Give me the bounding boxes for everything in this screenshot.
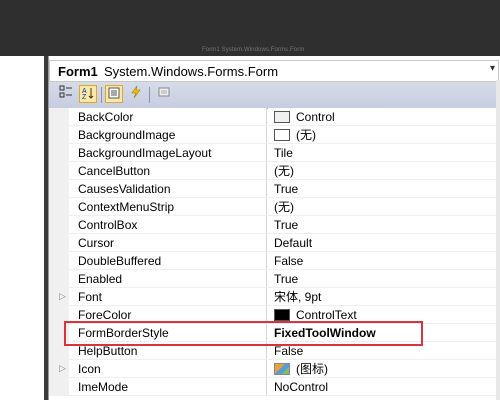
property-value[interactable]: False [268,252,500,270]
property-name: FormBorderStyle [69,324,267,342]
categorized-icon[interactable] [57,85,75,103]
chevron-down-icon[interactable]: ▾ [490,63,495,74]
property-name: ForeColor [69,306,267,324]
property-row[interactable]: Cursor Default [49,234,500,252]
property-value[interactable]: Control [268,108,500,126]
property-value[interactable]: Default [268,234,500,252]
toolbar-separator [149,87,150,103]
property-value[interactable]: True [268,270,500,288]
svg-text:Z: Z [82,94,87,100]
property-value[interactable]: Tile [268,144,500,162]
property-name: Enabled [69,270,267,288]
property-row[interactable]: ControlBox True [49,216,500,234]
color-swatch [274,308,290,321]
property-value[interactable]: (无) [268,198,500,216]
property-value[interactable]: (图标) [268,360,500,378]
image-swatch [274,128,290,141]
property-value[interactable]: (无) [268,126,500,144]
object-selector[interactable]: Form1 System.Windows.Forms.Form ▾ [49,60,499,82]
property-pages-icon[interactable] [155,85,173,103]
properties-icon[interactable] [105,85,123,103]
property-row[interactable]: ContextMenuStrip (无) [49,198,500,216]
property-row[interactable]: BackColor Control [49,108,500,126]
property-row[interactable]: BackgroundImageLayout Tile [49,144,500,162]
alphabetical-icon[interactable]: AZ [79,85,97,103]
property-name: HelpButton [69,342,267,360]
property-name: Font [69,288,267,306]
property-name: ImeMode [69,378,267,396]
property-value[interactable]: 宋体, 9pt [268,288,500,306]
property-value[interactable]: FixedToolWindow [268,324,500,342]
property-name: BackgroundImage [69,126,267,144]
property-row[interactable]: CausesValidation True [49,180,500,198]
property-name: BackColor [69,108,267,126]
property-row[interactable]: Enabled True [49,270,500,288]
property-row[interactable]: ▷ Font 宋体, 9pt [49,288,500,306]
property-name: CausesValidation [69,180,267,198]
property-value[interactable]: NoControl [268,378,500,396]
property-name: ContextMenuStrip [69,198,267,216]
properties-panel: Form1 System.Windows.Forms.Form ▾ AZ Bac… [48,56,500,400]
property-value[interactable]: False [268,342,500,360]
property-row[interactable]: ▷ Icon (图标) [49,360,500,378]
property-row[interactable]: DoubleBuffered False [49,252,500,270]
property-name: Icon [69,360,267,378]
property-row[interactable]: BackgroundImage (无) [49,126,500,144]
expand-icon[interactable]: ▷ [59,363,66,374]
property-grid: BackColor Control BackgroundImage (无) Ba… [49,108,500,400]
property-value[interactable]: (无) [268,162,500,180]
property-row[interactable]: ForeColor ControlText [49,306,500,324]
expand-icon[interactable]: ▷ [59,291,66,302]
icon-thumbnail [274,362,290,375]
scrollbar[interactable] [496,80,500,400]
object-name: Form1 [58,64,98,79]
toolbar-separator [101,87,102,103]
property-name: Cursor [69,234,267,252]
property-name: ControlBox [69,216,267,234]
property-row[interactable]: HelpButton False [49,342,500,360]
property-row-selected[interactable]: FormBorderStyle FixedToolWindow [49,324,500,342]
property-row[interactable]: ImeMode NoControl [49,378,500,396]
property-name: CancelButton [69,162,267,180]
object-type: System.Windows.Forms.Form [104,64,279,79]
properties-toolbar: AZ [49,82,500,109]
window-caption: Form1 System.Windows.Forms.Form [202,47,305,53]
property-value[interactable]: True [268,216,500,234]
color-swatch [274,110,290,123]
events-icon[interactable] [127,85,145,103]
designer-surface [0,56,44,400]
property-name: BackgroundImageLayout [69,144,267,162]
property-value[interactable]: ControlText [268,306,500,324]
property-value[interactable]: True [268,180,500,198]
property-name: DoubleBuffered [69,252,267,270]
property-row[interactable]: CancelButton (无) [49,162,500,180]
